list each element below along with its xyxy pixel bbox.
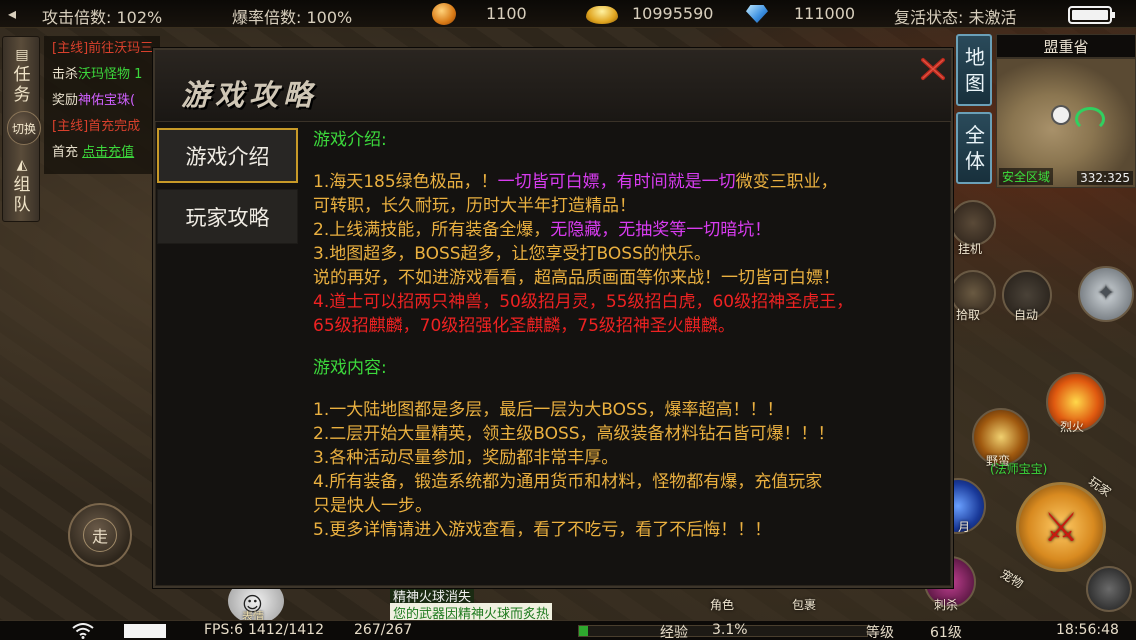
region-name: 盟重省 [996, 34, 1136, 58]
map-button[interactable]: 地图 [956, 34, 992, 106]
walk-run-toggle[interactable]: 走 [68, 503, 132, 567]
intro-heading: 游戏介绍: [313, 130, 387, 150]
target-lock-button[interactable]: ✦ [1078, 266, 1134, 322]
task-tab[interactable]: 任务 [12, 65, 32, 105]
dialog-header: 游戏攻略 [155, 50, 951, 122]
half-moon-label: 月 [958, 520, 971, 534]
diamond-icon [746, 5, 768, 23]
content-line: 只是快人一步。 [313, 496, 432, 516]
intro-line: 说的再好，不如进游戏看看，超高品质画面等你来战！一切皆可白嫖！ [313, 268, 840, 288]
all-channel-button[interactable]: 全体 [956, 112, 992, 184]
auto-label: 自动 [1014, 308, 1039, 322]
intro-line: 可转职，长久耐玩，历时大半年打造精品！ [313, 196, 636, 216]
main-attack-button[interactable]: ⚔ [1016, 482, 1106, 572]
game-guide-dialog: 游戏攻略 游戏介绍 玩家攻略 游戏介绍: 1.海天185绿色极品，！一切皆可白嫖… [153, 48, 953, 588]
quest-kill-target[interactable]: 沃玛怪物 1 [78, 67, 142, 82]
intro-highlight: 一切皆可白嫖，有时间就是一切 [497, 172, 736, 192]
role-button[interactable]: 角色 [710, 596, 734, 613]
quest-tracker[interactable]: [主线]前往沃玛三 击杀沃玛怪物 1 奖励神佑宝珠( [主线]首充完成 首充 点… [44, 36, 160, 174]
level-value: 61级 [930, 625, 962, 640]
exp-value: 3.1% [712, 622, 748, 638]
hp-value: 1412/1412 [248, 622, 324, 638]
map-buttons: 地图 全体 [956, 34, 992, 186]
quest-text: 前往沃玛三 [88, 41, 154, 56]
clock: 18:56:48 [1056, 622, 1119, 638]
recharge-link[interactable]: 点击充值 [82, 145, 134, 160]
revive-status: 复活状态: 未激活 [894, 8, 1017, 27]
gold-ingot-icon [586, 6, 618, 24]
level-label: 等级 [866, 625, 894, 640]
content-line: 4.所有装备，锻造系统都为通用货币和材料，怪物都有爆，充值玩家 [313, 472, 823, 492]
exp-label: 经验 [660, 625, 688, 640]
npc-marker-icon [1075, 107, 1105, 131]
content-line: 3.各种活动尽量参加，奖励都非常丰厚。 [313, 448, 619, 468]
quest-reward-label: 奖励 [52, 93, 79, 108]
intro-line: 3.地图超多，BOSS超多，让您享受打BOSS的快乐。 [313, 244, 711, 264]
fire-label: 烈火 [1060, 420, 1085, 434]
dialog-title: 游戏攻略 [181, 78, 318, 112]
intro-text: 微变三职业， [735, 172, 838, 192]
gold-coin-icon [432, 3, 456, 25]
walk-label: 走 [83, 518, 117, 552]
content-line: 1.一大陆地图都是多层，最后一层为大BOSS，爆率超高！！！ [313, 400, 784, 420]
fps-counter: FPS:6 [204, 622, 244, 638]
crosshair-icon: ✦ [1096, 281, 1116, 306]
close-button[interactable] [917, 54, 949, 84]
exp-bar-fill [579, 626, 588, 636]
first-charge-label: 首充 [52, 145, 79, 160]
minimap[interactable]: 安全区域 332:325 [996, 58, 1136, 188]
quest-text: 首充完成 [88, 119, 141, 134]
player-marker-icon [1053, 107, 1069, 123]
sword-icon: ⚔ [1043, 505, 1079, 551]
close-icon [921, 58, 945, 80]
quest-reward-item[interactable]: 神佑宝珠( [78, 93, 135, 108]
intro-text: 2.上线满技能，所有装备全爆， [313, 220, 551, 240]
intro-line: 2.上线满技能，所有装备全爆，无隐藏，无抽奖等一切暗坑！ [313, 218, 943, 242]
intro-line: 65级招麒麟，70级招强化圣麒麟，75级招神圣火麒麟。 [313, 316, 735, 336]
quest-tag: [主线] [52, 41, 89, 56]
bag-button[interactable]: 包裹 [792, 596, 816, 613]
content-heading: 游戏内容: [313, 358, 387, 378]
quest-tag: [主线] [52, 119, 89, 134]
attack-multiplier: 攻击倍数: 102% [42, 8, 163, 27]
left-side-tabs: ▤ 任务 切换 ◭ 组队 [2, 36, 41, 222]
assassinate-label: 刺杀 [934, 598, 959, 612]
ingot-amount: 10995590 [632, 4, 714, 23]
battery-icon [1068, 6, 1115, 24]
hang-up-label: 挂机 [958, 242, 983, 256]
tab-player-guide[interactable]: 玩家攻略 [157, 189, 298, 244]
quest-kill-label: 击杀 [52, 67, 79, 82]
team-tab[interactable]: 组队 [12, 175, 32, 215]
guide-content: 游戏介绍: 1.海天185绿色极品，！一切皆可白嫖，有时间就是一切微变三职业， … [313, 128, 943, 583]
intro-line: 4.道士可以招两只神兽，50级招月灵，55级招白虎，60级招神圣虎王， [313, 292, 854, 312]
gold-amount: 1100 [486, 4, 527, 23]
content-line: 2.二层开始大量精英，领主级BOSS，高级装备材料钻石皆可爆！！！ [313, 424, 835, 444]
diamond-amount: 111000 [794, 4, 856, 23]
bottom-status-bar: FPS:6 1412/1412 267/267 经验 3.1% 等级 61级 1… [0, 620, 1136, 640]
pet-status: (法师宝宝) [990, 462, 1048, 476]
player-coords: 332:325 [1077, 171, 1133, 185]
tab-game-intro[interactable]: 游戏介绍 [157, 128, 298, 183]
team-icon: ◭ [16, 157, 28, 173]
drop-multiplier: 爆率倍数: 100% [232, 8, 353, 27]
switch-button[interactable]: 切换 [7, 111, 41, 145]
intro-line: 1.海天185绿色极品，！一切皆可白嫖，有时间就是一切微变三职业， [313, 170, 943, 194]
safe-zone-label: 安全区域 [999, 168, 1054, 185]
intro-highlight: 无隐藏，无抽奖等一切暗坑！ [550, 220, 772, 240]
wifi-icon [72, 623, 94, 639]
signal-box [124, 624, 166, 638]
content-line: 5.更多详情请进入游戏查看，看了不吃亏，看了不后悔！！！ [313, 520, 772, 540]
menu-arrow-icon[interactable]: ◂ [8, 4, 16, 23]
scroll-icon: ▤ [15, 47, 29, 63]
intro-text: 1.海天185绿色极品，！ [313, 172, 498, 192]
guild-button[interactable] [1086, 566, 1132, 612]
top-status-bar: ◂ 攻击倍数: 102% 爆率倍数: 100% 1100 10995590 11… [0, 0, 1136, 28]
pickup-label: 拾取 [956, 308, 981, 322]
mp-value: 267/267 [354, 622, 413, 638]
